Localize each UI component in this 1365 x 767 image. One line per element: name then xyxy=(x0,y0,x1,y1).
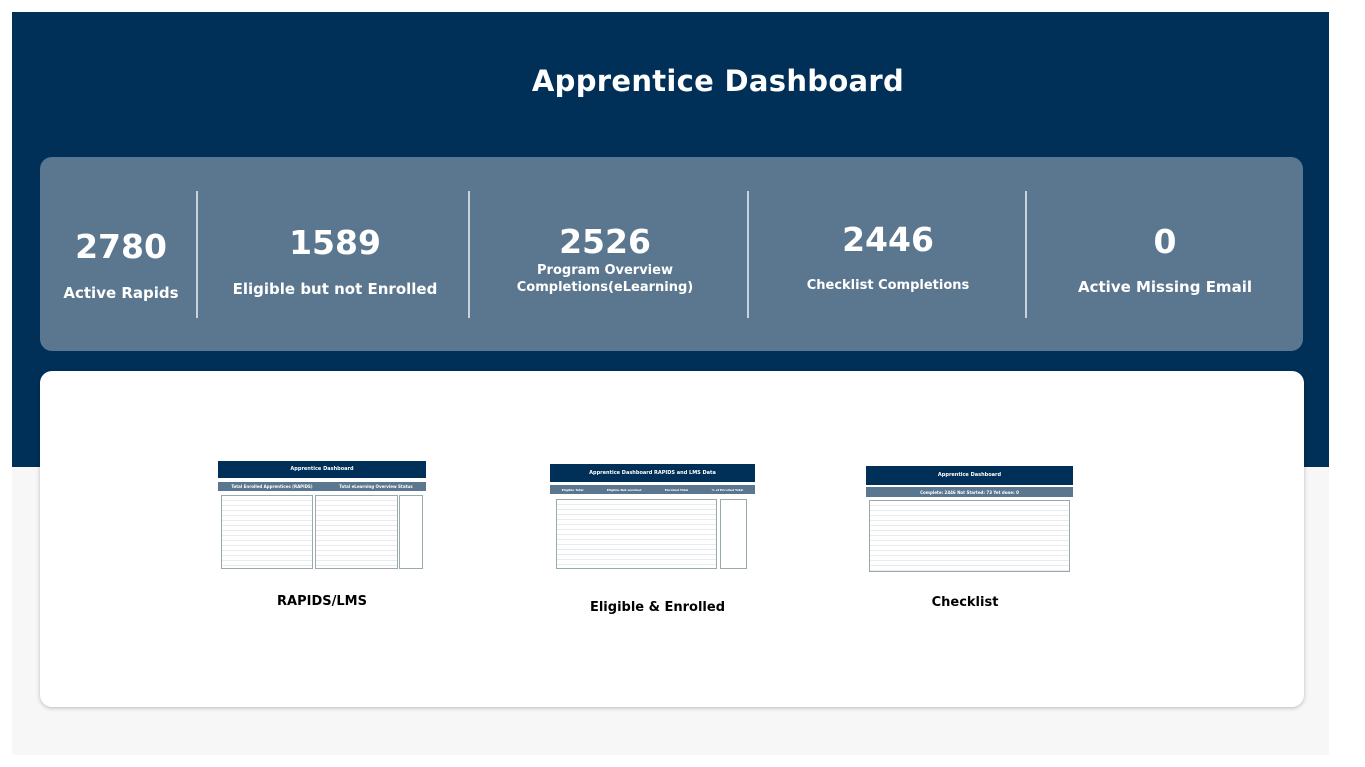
kpi-active-missing-email: 0 Active Missing Email xyxy=(1030,157,1300,351)
kpi-label: Active Missing Email xyxy=(1078,278,1252,296)
thumb-tab: Total eLearning Overview Status xyxy=(339,484,413,489)
kpi-value: 2446 xyxy=(842,220,934,259)
kpi-program-overview-completions: 2526 Program Overview Completions(eLearn… xyxy=(472,157,738,351)
thumb-table xyxy=(556,499,717,569)
thumb-tab: Enrolled Total xyxy=(664,487,689,492)
thumb-tab: Total Enrolled Apprentices (RAPIDS) xyxy=(231,484,313,489)
kpi-label-line2: Completions(eLearning) xyxy=(516,280,694,295)
dashboard-canvas: Apprentice Dashboard 2780 Active Rapids … xyxy=(12,12,1329,755)
kpi-divider xyxy=(468,191,470,318)
report-thumbnail-rapids-lms[interactable]: Apprentice Dashboard Total Enrolled Appr… xyxy=(218,461,426,573)
kpi-value: 1589 xyxy=(289,223,381,262)
report-title-eligible-enrolled[interactable]: Eligible & Enrolled xyxy=(550,600,765,615)
report-title-rapids-lms[interactable]: RAPIDS/LMS xyxy=(218,594,426,609)
report-thumbnail-checklist[interactable]: Apprentice Dashboard Complete: 2446 Not … xyxy=(866,466,1073,576)
thumb-filter-panel xyxy=(399,495,423,569)
kpi-label: Eligible but not Enrolled xyxy=(232,280,438,298)
thumb-filter-panel xyxy=(720,499,747,569)
thumb-table xyxy=(315,495,398,569)
thumb-tab: % of Enrolled Total xyxy=(711,487,744,492)
kpi-label-line1: Program Overview xyxy=(537,263,673,278)
thumb-title: Apprentice Dashboard xyxy=(218,461,426,478)
thumb-tabs: Complete: 2446 Not Started: 73 Yet done:… xyxy=(866,487,1073,497)
kpi-panel: 2780 Active Rapids 1589 Eligible but not… xyxy=(40,157,1303,351)
thumb-tab: Complete: 2446 Not Started: 73 Yet done:… xyxy=(920,489,1019,495)
thumb-tabs: Eligible Total Eligible Not enrolled Enr… xyxy=(550,485,755,494)
kpi-checklist-completions: 2446 Checklist Completions xyxy=(751,157,1025,351)
report-thumbnail-eligible-enrolled[interactable]: Apprentice Dashboard RAPIDS and LMS Data… xyxy=(550,464,755,572)
thumb-tabs: Total Enrolled Apprentices (RAPIDS) Tota… xyxy=(218,482,426,491)
kpi-label: Checklist Completions xyxy=(806,278,970,293)
thumb-title: Apprentice Dashboard xyxy=(866,466,1073,485)
report-title-checklist[interactable]: Checklist xyxy=(866,595,1064,610)
kpi-value: 0 xyxy=(1153,222,1177,261)
thumb-table xyxy=(869,500,1070,572)
kpi-value: 2780 xyxy=(75,227,167,266)
kpi-divider xyxy=(196,191,198,318)
kpi-divider xyxy=(1025,191,1027,318)
kpi-divider xyxy=(747,191,749,318)
thumb-table xyxy=(221,495,313,569)
reports-card: Apprentice Dashboard Total Enrolled Appr… xyxy=(40,371,1304,707)
kpi-value: 2526 xyxy=(559,222,651,261)
kpi-label: Active Rapids xyxy=(63,284,179,302)
kpi-eligible-not-enrolled: 1589 Eligible but not Enrolled xyxy=(200,157,470,351)
thumb-tab: Eligible Total xyxy=(561,487,584,492)
thumb-tab: Eligible Not enrolled xyxy=(606,487,642,492)
page-title: Apprentice Dashboard xyxy=(531,64,905,98)
kpi-active-rapids: 2780 Active Rapids xyxy=(50,157,192,351)
thumb-title: Apprentice Dashboard RAPIDS and LMS Data xyxy=(550,464,755,482)
